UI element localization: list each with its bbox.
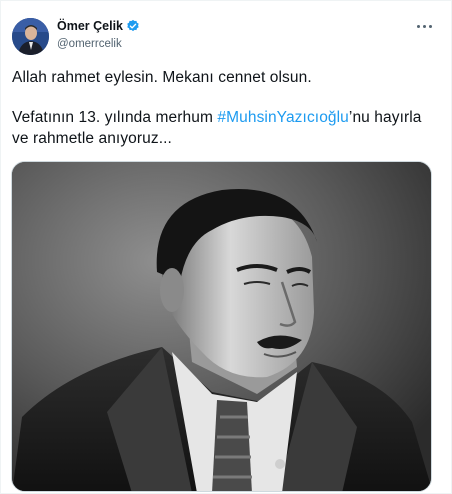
tweet-card[interactable]: Ömer Çelik @omerrcelik Allah rahmet eyle… xyxy=(0,0,452,494)
author-avatar[interactable] xyxy=(12,18,49,55)
author-name-row[interactable]: Ömer Çelik xyxy=(57,19,140,33)
more-options-icon[interactable] xyxy=(417,23,435,29)
verified-badge-icon xyxy=(126,19,140,33)
tweet-line-2-prefix: Vefatının 13. yılında merhum xyxy=(12,109,218,126)
tweet-line-1: Allah rahmet eylesin. Mekanı cennet olsu… xyxy=(12,69,312,86)
hashtag-link[interactable]: #MuhsinYazıcıoğlu xyxy=(217,109,349,126)
tweet-line-2: Vefatının 13. yılında merhum #MuhsinYazı… xyxy=(12,107,432,149)
author-display-name[interactable]: Ömer Çelik xyxy=(57,19,123,33)
tweet-text: Allah rahmet eylesin. Mekanı cennet olsu… xyxy=(12,67,432,149)
author-handle[interactable]: @omerrcelik xyxy=(57,38,122,50)
tweet-photo[interactable] xyxy=(11,161,432,492)
